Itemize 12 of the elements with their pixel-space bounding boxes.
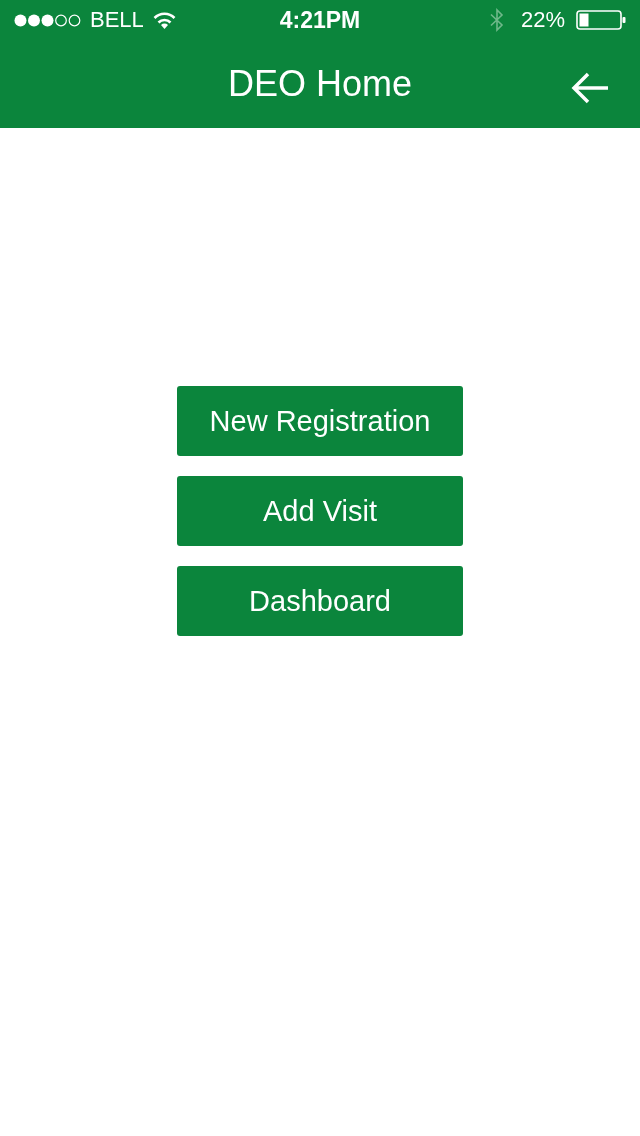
back-arrow-icon xyxy=(570,72,610,104)
battery-percentage: 22% xyxy=(520,9,565,31)
bluetooth-icon xyxy=(489,8,504,32)
carrier-name: BELL xyxy=(90,9,144,31)
battery-icon xyxy=(576,10,626,30)
menu-button[interactable]: New Registration xyxy=(177,386,463,456)
menu-button[interactable]: Dashboard xyxy=(177,566,463,636)
menu-button[interactable]: Add Visit xyxy=(177,476,463,546)
wifi-icon xyxy=(152,11,176,29)
status-time: 4:21PM xyxy=(279,8,361,32)
page-title: DEO Home xyxy=(227,66,412,102)
signal-strength-icon xyxy=(14,13,81,27)
